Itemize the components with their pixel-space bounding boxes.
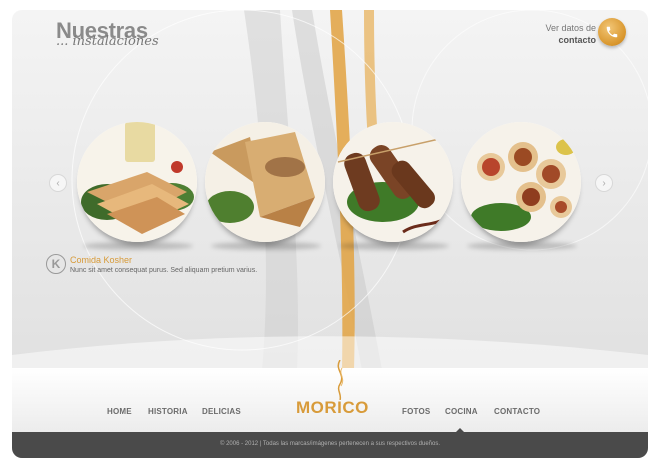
chevron-left-icon[interactable]: ‹ xyxy=(49,174,67,192)
phone-icon[interactable] xyxy=(598,18,626,46)
nav-contacto[interactable]: CONTACTO xyxy=(494,407,540,416)
contact-line-1: Ver datos de xyxy=(545,23,596,33)
dish-shadow xyxy=(83,242,193,250)
section-subtitle: ... instalaciones xyxy=(56,34,159,49)
dish-shadow xyxy=(467,242,577,250)
caption-title: Comida Kosher xyxy=(70,255,133,265)
logo-flame-icon xyxy=(337,360,344,400)
dish-image-samosas[interactable] xyxy=(205,122,325,242)
caption-description: Nunc sit amet consequat purus. Sed aliqu… xyxy=(70,267,258,274)
chevron-right-icon[interactable]: › xyxy=(595,174,613,192)
dish-shadow xyxy=(211,242,321,250)
contact-link[interactable]: Ver datos de contacto xyxy=(545,22,596,46)
dish-image-quesadillas[interactable] xyxy=(77,122,197,242)
kosher-logo-icon: K xyxy=(46,254,66,274)
page-frame: Nuestras ... instalaciones Ver datos de … xyxy=(12,10,648,458)
nav-historia[interactable]: HISTORIA xyxy=(148,407,188,416)
nav-home[interactable]: HOME xyxy=(107,407,132,416)
dish-image-wraps[interactable] xyxy=(461,122,581,242)
footer-copyright: © 2006 - 2012 | Todas las marcas/imágene… xyxy=(220,441,440,447)
nav-delicias[interactable]: DELICIAS xyxy=(202,407,241,416)
nav-cocina[interactable]: COCINA xyxy=(445,407,478,416)
brand-logo[interactable]: MORICO xyxy=(296,398,369,418)
nav-fotos[interactable]: FOTOS xyxy=(402,407,430,416)
active-nav-pointer-icon xyxy=(455,428,465,433)
dish-shadow xyxy=(339,242,449,250)
dish-image-kebabs[interactable] xyxy=(333,122,453,242)
contact-line-2: contacto xyxy=(558,35,596,45)
